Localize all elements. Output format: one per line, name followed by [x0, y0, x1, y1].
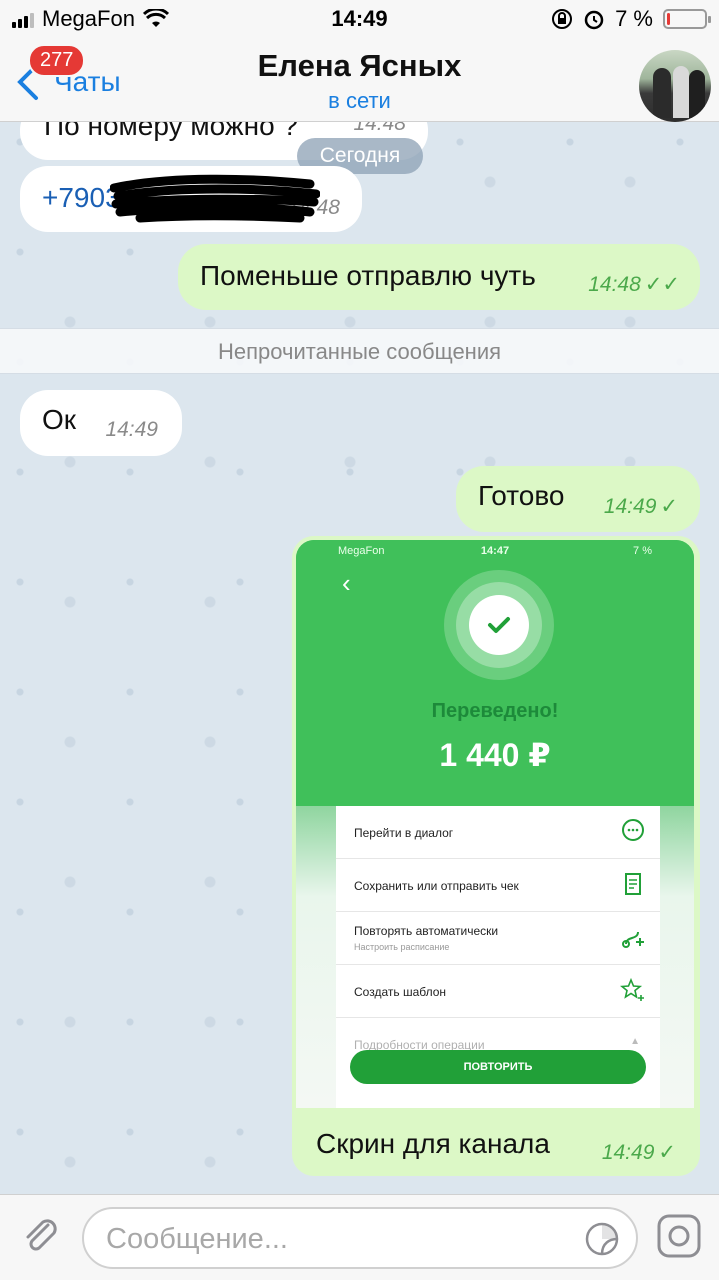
double-check-icon: ✓✓ [644, 273, 680, 296]
message-input-field[interactable] [82, 1207, 638, 1269]
screenshot-side-left [296, 806, 336, 1108]
transfer-amount: 1 440 ₽ [439, 737, 551, 773]
message-list[interactable]: По номеру можно ? 14:48 Сегодня +7903 14… [0, 122, 719, 1194]
battery-icon [663, 9, 711, 29]
message-outgoing[interactable]: Готово 14:49 ✓ [456, 466, 700, 532]
camera-icon[interactable] [656, 1213, 702, 1259]
check-icon: ✓ [660, 495, 678, 518]
message-input[interactable] [106, 1221, 576, 1257]
status-bar: MegaFon 14:49 7 % [0, 0, 719, 40]
chat-header: Чаты 277 Елена Ясных в сети [0, 40, 719, 122]
screenshot-side-right [654, 806, 694, 1108]
avatar[interactable] [639, 50, 711, 122]
screenshot-action-label: Сохранить или отправить чек [354, 879, 519, 893]
message-time-value: 14:48 [588, 273, 641, 296]
screenshot-status-bar: MegaFon 14:47 7 % [296, 540, 694, 562]
message-text: Готово [478, 480, 565, 511]
check-icon: ✓ [658, 1141, 676, 1164]
screenshot-action-row: Сохранить или отправить чек [336, 859, 660, 912]
message-text: Поменьше отправлю чуть [200, 260, 536, 291]
screenshot-action-row: Создать шаблон [336, 965, 660, 1018]
screenshot-action-label: Перейти в диалог [354, 826, 454, 840]
receipt-icon [625, 873, 641, 895]
message-text: По номеру можно ? [44, 122, 298, 141]
success-badge [444, 570, 554, 680]
message-time: 14:48 ✓✓ [588, 272, 680, 297]
screenshot-actions-card: Перейти в диалог Сохранить или отправить… [336, 806, 660, 1108]
message-time: 14:48 [353, 122, 406, 135]
chat-title[interactable]: Елена Ясных [0, 48, 719, 84]
message-text: Ок [42, 404, 77, 435]
redaction-scribble [110, 174, 320, 223]
composer-bar [0, 1194, 719, 1280]
screenshot-battery: 7 % [633, 545, 652, 557]
message-outgoing-image[interactable]: MegaFon 14:47 7 % ‹ Переведено! 1 440 ₽ … [292, 536, 700, 1176]
rotation-lock-icon [552, 9, 573, 29]
paperclip-icon[interactable] [18, 1213, 64, 1259]
message-text: +7903 [42, 182, 121, 213]
alarm-icon [584, 10, 604, 30]
message-time-value: 14:49 [603, 495, 657, 518]
chat-bubble-icon [622, 819, 644, 841]
chevron-up-icon: ▲ [630, 1036, 640, 1047]
message-outgoing[interactable]: Поменьше отправлю чуть 14:48 ✓✓ [178, 244, 700, 310]
screenshot-action-label: Создать шаблон [354, 985, 447, 999]
screenshot-action-row: Перейти в диалог [336, 806, 660, 859]
screenshot-back-icon: ‹ [342, 568, 351, 598]
message-time: 14:49 ✓ [604, 494, 678, 519]
checkmark-icon [488, 617, 510, 633]
screenshot-action-sublabel: Настроить расписание [354, 942, 450, 952]
message-time: 14:49 [105, 418, 158, 441]
status-right: 7 % [551, 6, 711, 32]
repeat-plus-icon [622, 931, 644, 948]
battery-percent: 7 % [615, 6, 653, 31]
screenshot-action-row: Повторять автоматически Настроить распис… [336, 912, 660, 965]
star-plus-icon [620, 977, 644, 1001]
attached-screenshot[interactable]: MegaFon 14:47 7 % ‹ Переведено! 1 440 ₽ … [296, 540, 694, 1108]
message-incoming[interactable]: Ок 14:49 [20, 390, 182, 456]
sticker-icon[interactable] [584, 1221, 620, 1257]
online-status: в сети [328, 88, 391, 113]
message-time: 14:49 ✓ [602, 1140, 676, 1165]
screenshot-action-label: Повторять автоматически [354, 924, 499, 938]
message-time-value: 14:49 [601, 1141, 655, 1164]
message-text: Скрин для канала [316, 1128, 550, 1159]
screenshot-repeat-button: ПОВТОРИТЬ [350, 1050, 646, 1084]
transfer-status-title: Переведено! [431, 700, 559, 722]
unread-separator: Непрочитанные сообщения [0, 328, 719, 374]
